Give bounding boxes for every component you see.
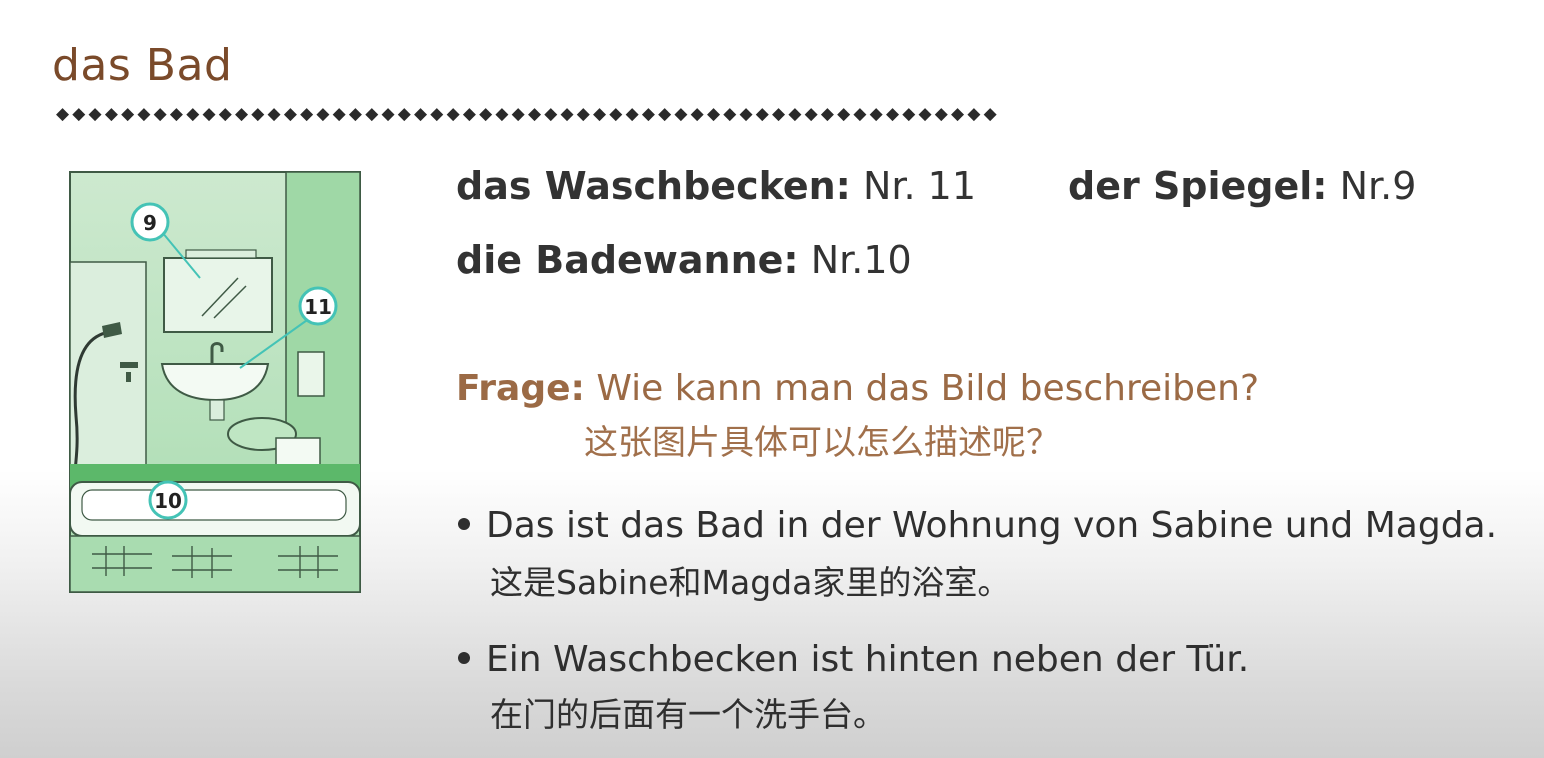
callout-10-label: 10 xyxy=(154,489,182,513)
question: Frage: Wie kann man das Bild beschreiben… xyxy=(456,364,1259,414)
tile-area xyxy=(69,535,361,593)
page-title: das Bad xyxy=(52,40,233,91)
vocab-waschbecken: das Waschbecken: Nr. 11 xyxy=(456,160,976,212)
bullet-dot-icon xyxy=(458,652,470,664)
vocab-badewanne: die Badewanne: Nr.10 xyxy=(456,234,912,286)
bathroom-illustration: 9 11 10 xyxy=(69,171,361,593)
callout-9-label: 9 xyxy=(143,211,157,235)
bathtub-inner xyxy=(81,489,347,521)
vocab-term: die Badewanne: xyxy=(456,238,799,282)
bullet-dot-icon xyxy=(458,518,470,530)
vocab-term: der Spiegel: xyxy=(1068,164,1328,208)
question-translation: 这张图片具体可以怎么描述呢？ xyxy=(584,423,1060,463)
mirror-shelf xyxy=(185,249,257,259)
door-handle-icon xyxy=(120,362,138,368)
vocab-value: Nr.10 xyxy=(798,238,912,282)
vocab-value: Nr. 11 xyxy=(850,164,977,208)
bullet-translation: 这是Sabine和Magda家里的浴室。 xyxy=(490,563,1011,602)
diamond-divider: ◆◆◆◆◆◆◆◆◆◆◆◆◆◆◆◆◆◆◆◆◆◆◆◆◆◆◆◆◆◆◆◆◆◆◆◆◆◆◆◆… xyxy=(56,104,1000,124)
door-lock-icon xyxy=(126,372,131,382)
mirror xyxy=(163,257,273,333)
sink-pedestal xyxy=(209,399,225,421)
bullet-item: Das ist das Bad in der Wohnung von Sabin… xyxy=(458,500,1497,552)
vocab-term: das Waschbecken: xyxy=(456,164,851,208)
question-label: Frage: xyxy=(456,368,585,409)
vocab-value: Nr.9 xyxy=(1327,164,1417,208)
bullet-item: Ein Waschbecken ist hinten neben der Tür… xyxy=(458,634,1249,686)
light-switch xyxy=(297,351,325,397)
bullet-text: Ein Waschbecken ist hinten neben der Tür… xyxy=(486,639,1250,680)
bullet-text: Das ist das Bad in der Wohnung von Sabin… xyxy=(486,505,1498,546)
question-text: Wie kann man das Bild beschreiben? xyxy=(584,368,1260,409)
vocab-spiegel: der Spiegel: Nr.9 xyxy=(1068,160,1416,212)
bullet-translation: 在门的后面有一个洗手台。 xyxy=(490,695,886,734)
callout-11-label: 11 xyxy=(304,295,332,319)
